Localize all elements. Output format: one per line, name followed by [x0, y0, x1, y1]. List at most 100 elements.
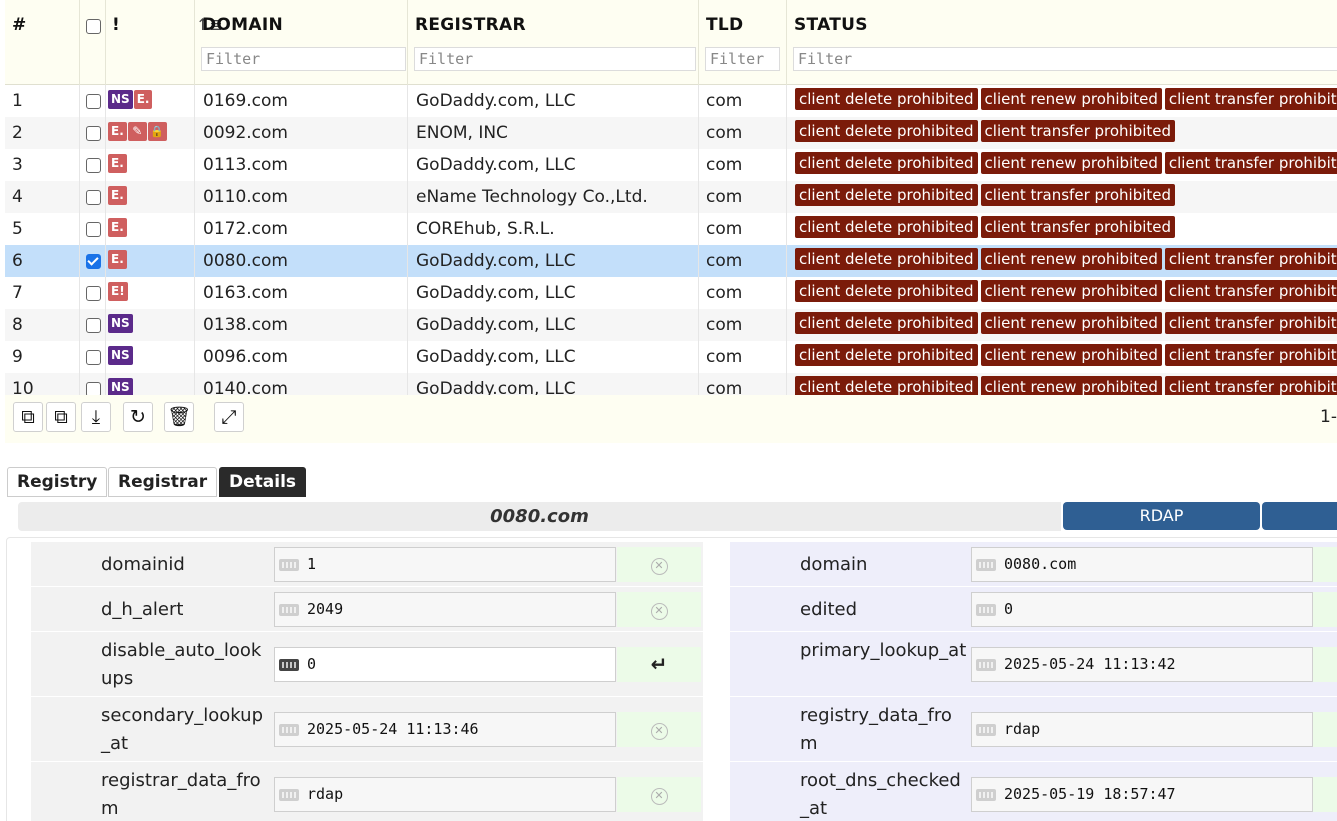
- registrar-filter-input[interactable]: Filter: [414, 47, 696, 71]
- tld-cell[interactable]: com: [699, 373, 787, 395]
- secondary-action-button[interactable]: [1262, 502, 1337, 530]
- registrar-cell[interactable]: GoDaddy.com, LLC: [408, 341, 699, 373]
- row-checkbox[interactable]: [86, 350, 101, 365]
- domain-filter-input[interactable]: Filter: [201, 47, 406, 71]
- tld-cell[interactable]: com: [699, 181, 787, 213]
- status-cell[interactable]: client delete prohibited client renew pro…: [787, 277, 1337, 309]
- enter-icon[interactable]: ↵: [617, 647, 701, 682]
- domain-cell[interactable]: 0140.com: [195, 373, 408, 395]
- domain-cell[interactable]: 0163.com: [195, 277, 408, 309]
- table-row[interactable]: 5 E. 0172.com COREhub, S.R.L. com client dele…: [5, 213, 1337, 245]
- tld-cell[interactable]: com: [699, 309, 787, 341]
- status-cell[interactable]: client delete prohibited client renew pro…: [787, 309, 1337, 341]
- tld-cell[interactable]: com: [699, 85, 787, 117]
- tab-details[interactable]: Details: [219, 467, 307, 497]
- status-cell[interactable]: client delete prohibited client transfer …: [787, 213, 1337, 245]
- domain-cell[interactable]: 0172.com: [195, 213, 408, 245]
- clear-icon[interactable]: ✕: [617, 592, 701, 627]
- table-row[interactable]: 3 E. 0113.com GoDaddy.com, LLC com client del…: [5, 149, 1337, 181]
- row-checkbox[interactable]: [86, 254, 101, 269]
- registrar-cell[interactable]: GoDaddy.com, LLC: [408, 149, 699, 181]
- tld-cell[interactable]: com: [699, 341, 787, 373]
- status-cell[interactable]: client delete prohibited client renew pro…: [787, 245, 1337, 277]
- copy-down-icon[interactable]: ⧉: [46, 402, 76, 432]
- detail-value-input[interactable]: 2025-05-24 11:13:46: [274, 712, 616, 747]
- status-cell[interactable]: client delete prohibited client renew pro…: [787, 149, 1337, 181]
- detail-value-input[interactable]: 2025-05-24 11:13:42: [971, 647, 1313, 682]
- expand-icon[interactable]: ⤢: [214, 402, 244, 432]
- status-cell[interactable]: client delete prohibited client renew pro…: [787, 85, 1337, 117]
- col-flags[interactable]: ! ↑≣: [106, 0, 223, 85]
- tld-cell[interactable]: com: [699, 245, 787, 277]
- row-checkbox[interactable]: [86, 286, 101, 301]
- clear-icon[interactable]: ✕: [617, 712, 701, 747]
- row-checkbox[interactable]: [86, 126, 101, 141]
- registrar-cell[interactable]: GoDaddy.com, LLC: [408, 373, 699, 395]
- detail-value-input[interactable]: 0: [971, 592, 1313, 627]
- detail-value-input[interactable]: 0: [274, 647, 616, 682]
- tld-cell[interactable]: com: [699, 213, 787, 245]
- tld-cell[interactable]: com: [699, 277, 787, 309]
- row-checkbox[interactable]: [86, 222, 101, 237]
- trash-icon[interactable]: 🗑: [164, 402, 194, 432]
- tab-registry[interactable]: Registry: [7, 467, 108, 497]
- detail-value-input[interactable]: rdap: [274, 777, 616, 812]
- domain-cell[interactable]: 0096.com: [195, 341, 408, 373]
- status-filter-input[interactable]: Filter: [793, 47, 1337, 71]
- row-checkbox[interactable]: [86, 382, 101, 395]
- clear-icon[interactable]: ✕: [617, 777, 701, 812]
- clear-icon[interactable]: ✕: [617, 547, 701, 582]
- table-row[interactable]: 2 E. ✎ 🔒 0092.com ENOM, INC com client delete p…: [5, 117, 1337, 149]
- table-row[interactable]: 6 E. 0080.com GoDaddy.com, LLC com client del…: [5, 245, 1337, 277]
- tld-cell[interactable]: com: [699, 117, 787, 149]
- domain-cell[interactable]: 0113.com: [195, 149, 408, 181]
- registrar-cell[interactable]: GoDaddy.com, LLC: [408, 85, 699, 117]
- detail-value-input[interactable]: 1: [274, 547, 616, 582]
- table-row[interactable]: 7 E! 0163.com GoDaddy.com, LLC com client del…: [5, 277, 1337, 309]
- tld-cell[interactable]: com: [699, 149, 787, 181]
- detail-value-input[interactable]: 2025-05-19 18:57:47: [971, 777, 1313, 812]
- detail-value-input[interactable]: 0080.com: [971, 547, 1313, 582]
- copy-icon[interactable]: ⧉: [13, 402, 43, 432]
- detail-value-input[interactable]: 2049: [274, 592, 616, 627]
- table-row[interactable]: 10 NS 0140.com GoDaddy.com, LLC com client de…: [5, 373, 1337, 395]
- table-row[interactable]: 9 NS 0096.com GoDaddy.com, LLC com client del…: [5, 341, 1337, 373]
- status-cell[interactable]: client delete prohibited client transfer …: [787, 117, 1337, 149]
- registrar-cell[interactable]: COREhub, S.R.L.: [408, 213, 699, 245]
- table-row[interactable]: 4 E. 0110.com eName Technology Co.,Ltd. com c…: [5, 181, 1337, 213]
- col-status[interactable]: STATUS Filter: [787, 0, 1337, 85]
- domain-cell[interactable]: 0092.com: [195, 117, 408, 149]
- detail-action-area[interactable]: [1313, 777, 1337, 812]
- row-checkbox[interactable]: [86, 190, 101, 205]
- detail-action-area[interactable]: [1313, 647, 1337, 682]
- domain-cell[interactable]: 0080.com: [195, 245, 408, 277]
- row-checkbox[interactable]: [86, 158, 101, 173]
- detail-action-area[interactable]: [1313, 712, 1337, 747]
- registrar-cell[interactable]: GoDaddy.com, LLC: [408, 277, 699, 309]
- status-cell[interactable]: client delete prohibited client renew pro…: [787, 373, 1337, 395]
- tab-registrar[interactable]: Registrar: [108, 467, 218, 497]
- tld-filter-input[interactable]: Filter: [705, 47, 780, 71]
- col-domain[interactable]: DOMAIN Filter: [195, 0, 408, 85]
- table-row[interactable]: 1 NS E. 0169.com GoDaddy.com, LLC com client d…: [5, 85, 1337, 117]
- download-icon[interactable]: ⤓: [81, 402, 111, 432]
- table-row[interactable]: 8 NS 0138.com GoDaddy.com, LLC com client del…: [5, 309, 1337, 341]
- select-all-checkbox[interactable]: [86, 19, 101, 34]
- detail-action-area[interactable]: [1313, 547, 1337, 582]
- domain-cell[interactable]: 0138.com: [195, 309, 408, 341]
- col-registrar[interactable]: REGISTRAR Filter: [408, 0, 699, 85]
- registrar-cell[interactable]: ENOM, INC: [408, 117, 699, 149]
- registrar-cell[interactable]: eName Technology Co.,Ltd.: [408, 181, 699, 213]
- registrar-cell[interactable]: GoDaddy.com, LLC: [408, 245, 699, 277]
- col-num[interactable]: #: [5, 0, 80, 85]
- detail-action-area[interactable]: [1313, 592, 1337, 627]
- registrar-cell[interactable]: GoDaddy.com, LLC: [408, 309, 699, 341]
- col-tld[interactable]: TLD Filter: [699, 0, 787, 85]
- domain-cell[interactable]: 0110.com: [195, 181, 408, 213]
- row-checkbox[interactable]: [86, 94, 101, 109]
- rdap-button[interactable]: RDAP: [1063, 502, 1260, 530]
- domain-cell[interactable]: 0169.com: [195, 85, 408, 117]
- refresh-icon[interactable]: ↻: [123, 402, 153, 432]
- status-cell[interactable]: client delete prohibited client transfer …: [787, 181, 1337, 213]
- detail-value-input[interactable]: rdap: [971, 712, 1313, 747]
